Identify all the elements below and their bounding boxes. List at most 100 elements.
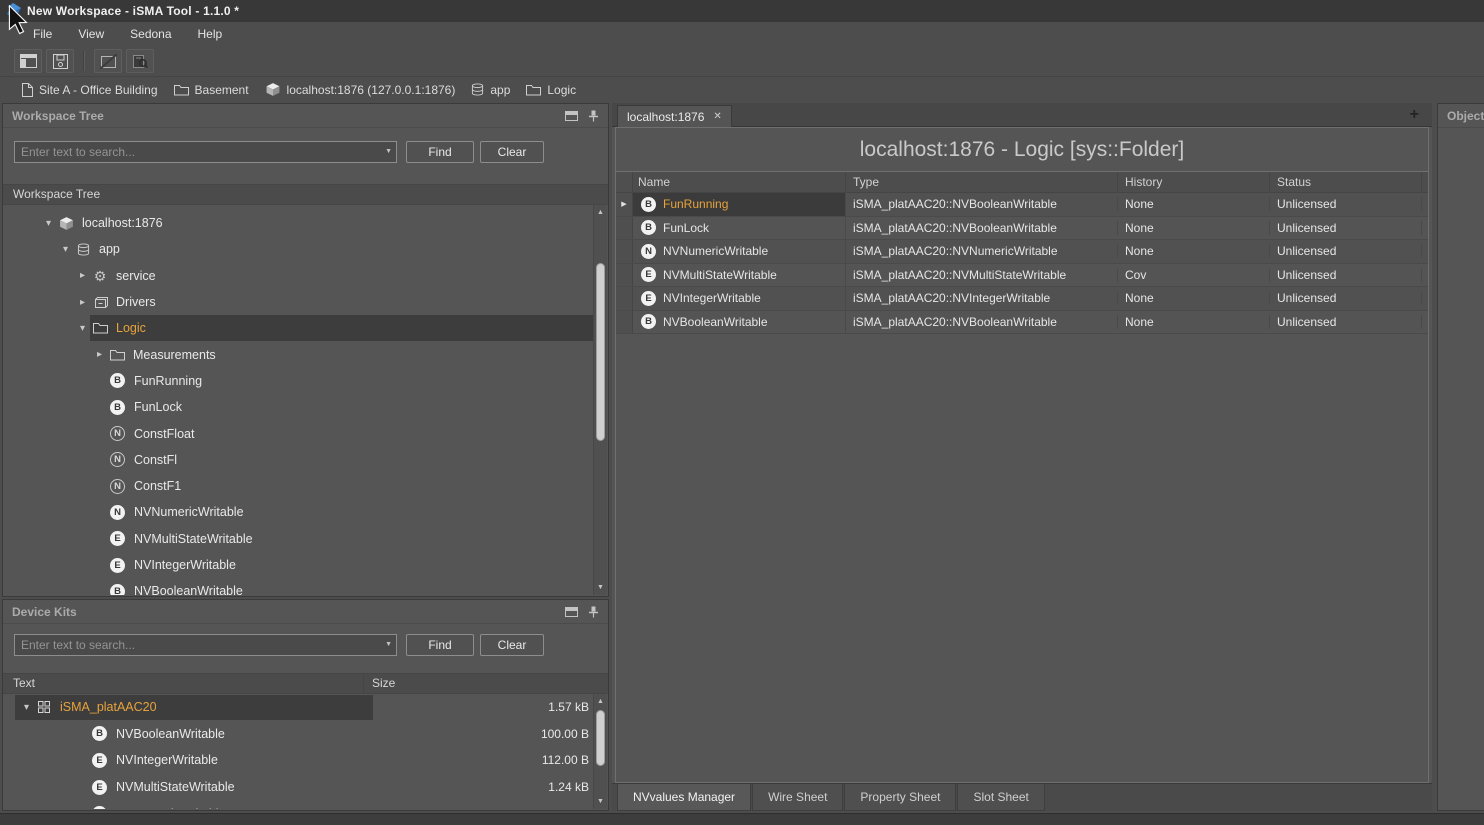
breadcrumb-item-device[interactable]: localhost:1876 (127.0.0.1:1876) <box>265 82 456 97</box>
expander-icon[interactable] <box>58 244 73 255</box>
tree-item-nvbooleanwritable[interactable]: BNVBooleanWritable <box>3 578 593 595</box>
tree-find-button[interactable]: Find <box>406 141 474 163</box>
scrollbar-thumb[interactable] <box>596 710 605 766</box>
row-selector[interactable] <box>616 287 633 310</box>
scroll-down-icon[interactable]: ▼ <box>594 798 607 805</box>
drivers-icon <box>90 296 110 309</box>
save-workspace-button[interactable] <box>46 49 74 73</box>
pin-icon[interactable] <box>588 606 599 618</box>
scroll-down-icon[interactable]: ▼ <box>594 584 607 591</box>
column-size[interactable]: Size <box>363 674 608 693</box>
tree-item-app[interactable]: app <box>3 236 593 262</box>
grid-row-nvintegerwritable[interactable]: ENVIntegerWritable iSMA_platAAC20::NVInt… <box>616 287 1428 311</box>
grid-row-nvbooleanwritable[interactable]: BNVBooleanWritable iSMA_platAAC20::NVBoo… <box>616 311 1428 335</box>
tab-wire-sheet[interactable]: Wire Sheet <box>752 784 843 811</box>
new-view-button[interactable] <box>14 49 42 73</box>
kit-name: NVMultiStateWritable <box>116 780 235 794</box>
tree-clear-button[interactable]: Clear <box>480 141 544 163</box>
tree-item-measurements[interactable]: Measurements <box>3 341 593 367</box>
expander-icon[interactable] <box>41 218 56 229</box>
kit-size: 112.00 B <box>542 753 589 767</box>
pin-icon[interactable] <box>588 110 599 122</box>
row-selector[interactable] <box>616 217 633 240</box>
kit-row-nvintegerwritable[interactable]: ENVIntegerWritable112.00 B <box>3 747 593 774</box>
tree-item-drivers[interactable]: Drivers <box>3 289 593 315</box>
kit-row-nvmultistatewritable[interactable]: ENVMultiStateWritable1.24 kB <box>3 774 593 801</box>
grid-row-nvnumericwritable[interactable]: NNVNumericWritable iSMA_platAAC20::NVNum… <box>616 240 1428 264</box>
scroll-up-icon[interactable]: ▲ <box>594 209 607 216</box>
tree-item-nvnumericwritable[interactable]: NNVNumericWritable <box>3 499 593 525</box>
breadcrumb-item-app[interactable]: app <box>471 83 510 97</box>
column-name[interactable]: Name <box>633 172 846 192</box>
cell-type: iSMA_platAAC20::NVBooleanWritable <box>846 221 1118 235</box>
tree-item-constf1[interactable]: NConstF1 <box>3 473 593 499</box>
grid-row-nvmultistatewritable[interactable]: ENVMultiStateWritable iSMA_platAAC20::NV… <box>616 264 1428 288</box>
close-icon[interactable]: ✕ <box>713 111 721 122</box>
menu-file[interactable]: File <box>20 22 65 46</box>
kit-name: NVBooleanWritable <box>116 727 225 741</box>
kit-row-nvnumericwritable[interactable]: NNVNumericWritable120.00 B <box>3 800 593 809</box>
breadcrumb-item-site[interactable]: Site A - Office Building <box>20 83 158 97</box>
tab-slot-sheet[interactable]: Slot Sheet <box>957 784 1044 811</box>
float-window-icon[interactable] <box>565 607 578 617</box>
cell-type: iSMA_platAAC20::NVNumericWritable <box>846 244 1118 258</box>
kits-column-header[interactable]: Text Size <box>3 673 608 694</box>
kit-row-nvbooleanwritable[interactable]: BNVBooleanWritable100.00 B <box>3 721 593 748</box>
breadcrumb-item-basement[interactable]: Basement <box>174 83 249 97</box>
column-type[interactable]: Type <box>846 172 1118 192</box>
kit-row-plataac20[interactable]: iSMA_platAAC201.57 kB <box>3 694 593 721</box>
tree-item-nvmultistatewritable[interactable]: ENVMultiStateWritable <box>3 526 593 552</box>
row-selector[interactable] <box>616 311 633 334</box>
kits-find-button[interactable]: Find <box>406 634 474 656</box>
kits-scrollbar[interactable]: ▲ ▼ <box>593 694 607 809</box>
breadcrumb-item-logic[interactable]: Logic <box>526 83 576 97</box>
kits-search-input[interactable] <box>14 634 397 656</box>
menu-view[interactable]: View <box>65 22 117 46</box>
tree-item-funrunning[interactable]: BFunRunning <box>3 368 593 394</box>
cell-history: Cov <box>1118 268 1270 282</box>
scrollbar-thumb[interactable] <box>596 263 605 441</box>
tree-item-label: ConstFl <box>134 453 177 467</box>
chevron-down-icon[interactable]: ▼ <box>385 634 392 656</box>
tree-item-funlock[interactable]: BFunLock <box>3 394 593 420</box>
tree-item-constfloat[interactable]: NConstFloat <box>3 420 593 446</box>
panel-title: Object Properties <box>1447 109 1484 123</box>
row-selector[interactable] <box>616 240 633 263</box>
tree-item-logic[interactable]: Logic <box>3 315 593 341</box>
grid-row-funlock[interactable]: BFunLock iSMA_platAAC20::NVBooleanWritab… <box>616 217 1428 241</box>
column-text[interactable]: Text <box>3 674 363 693</box>
cell-status: Unlicensed <box>1270 268 1422 282</box>
tree-column-header[interactable]: Workspace Tree <box>3 184 608 205</box>
expander-icon[interactable] <box>75 270 90 281</box>
chevron-down-icon[interactable]: ▼ <box>385 141 392 163</box>
expander-icon[interactable] <box>75 323 90 334</box>
tree-item-localhost[interactable]: localhost:1876 <box>3 210 593 236</box>
cell-history: None <box>1118 244 1270 258</box>
tab-localhost-1876[interactable]: localhost:1876 ✕ <box>617 105 732 127</box>
kits-clear-button[interactable]: Clear <box>480 634 544 656</box>
tree-item-service[interactable]: ⚙service <box>3 263 593 289</box>
tab-nvvalues-manager[interactable]: NVvalues Manager <box>617 784 751 811</box>
menu-help[interactable]: Help <box>185 22 236 46</box>
add-tab-button[interactable]: + <box>1410 103 1419 127</box>
cell-name: NVNumericWritable <box>663 244 768 258</box>
expander-icon[interactable] <box>19 702 34 713</box>
tree-scrollbar[interactable]: ▲ ▼ <box>593 205 607 595</box>
row-selector[interactable] <box>616 264 633 287</box>
expander-icon[interactable] <box>92 349 107 360</box>
wire-sheet-button[interactable] <box>94 49 122 73</box>
scroll-up-icon[interactable]: ▲ <box>594 698 607 705</box>
tree-item-nvintegerwritable[interactable]: ENVIntegerWritable <box>3 552 593 578</box>
boolean-badge-icon: B <box>110 400 125 415</box>
menu-sedona[interactable]: Sedona <box>117 22 184 46</box>
tree-item-constfl[interactable]: NConstFl <box>3 447 593 473</box>
tree-search-input[interactable] <box>14 141 397 163</box>
float-window-icon[interactable] <box>565 111 578 121</box>
grid-row-funrunning[interactable]: ▶ BFunRunning iSMA_platAAC20::NVBooleanW… <box>616 193 1428 217</box>
column-status[interactable]: Status <box>1270 172 1422 192</box>
tab-property-sheet[interactable]: Property Sheet <box>844 784 956 811</box>
expander-icon[interactable] <box>75 297 90 308</box>
column-history[interactable]: History <box>1118 172 1270 192</box>
kit-manager-button[interactable] <box>126 49 154 73</box>
row-selector[interactable]: ▶ <box>616 193 633 216</box>
